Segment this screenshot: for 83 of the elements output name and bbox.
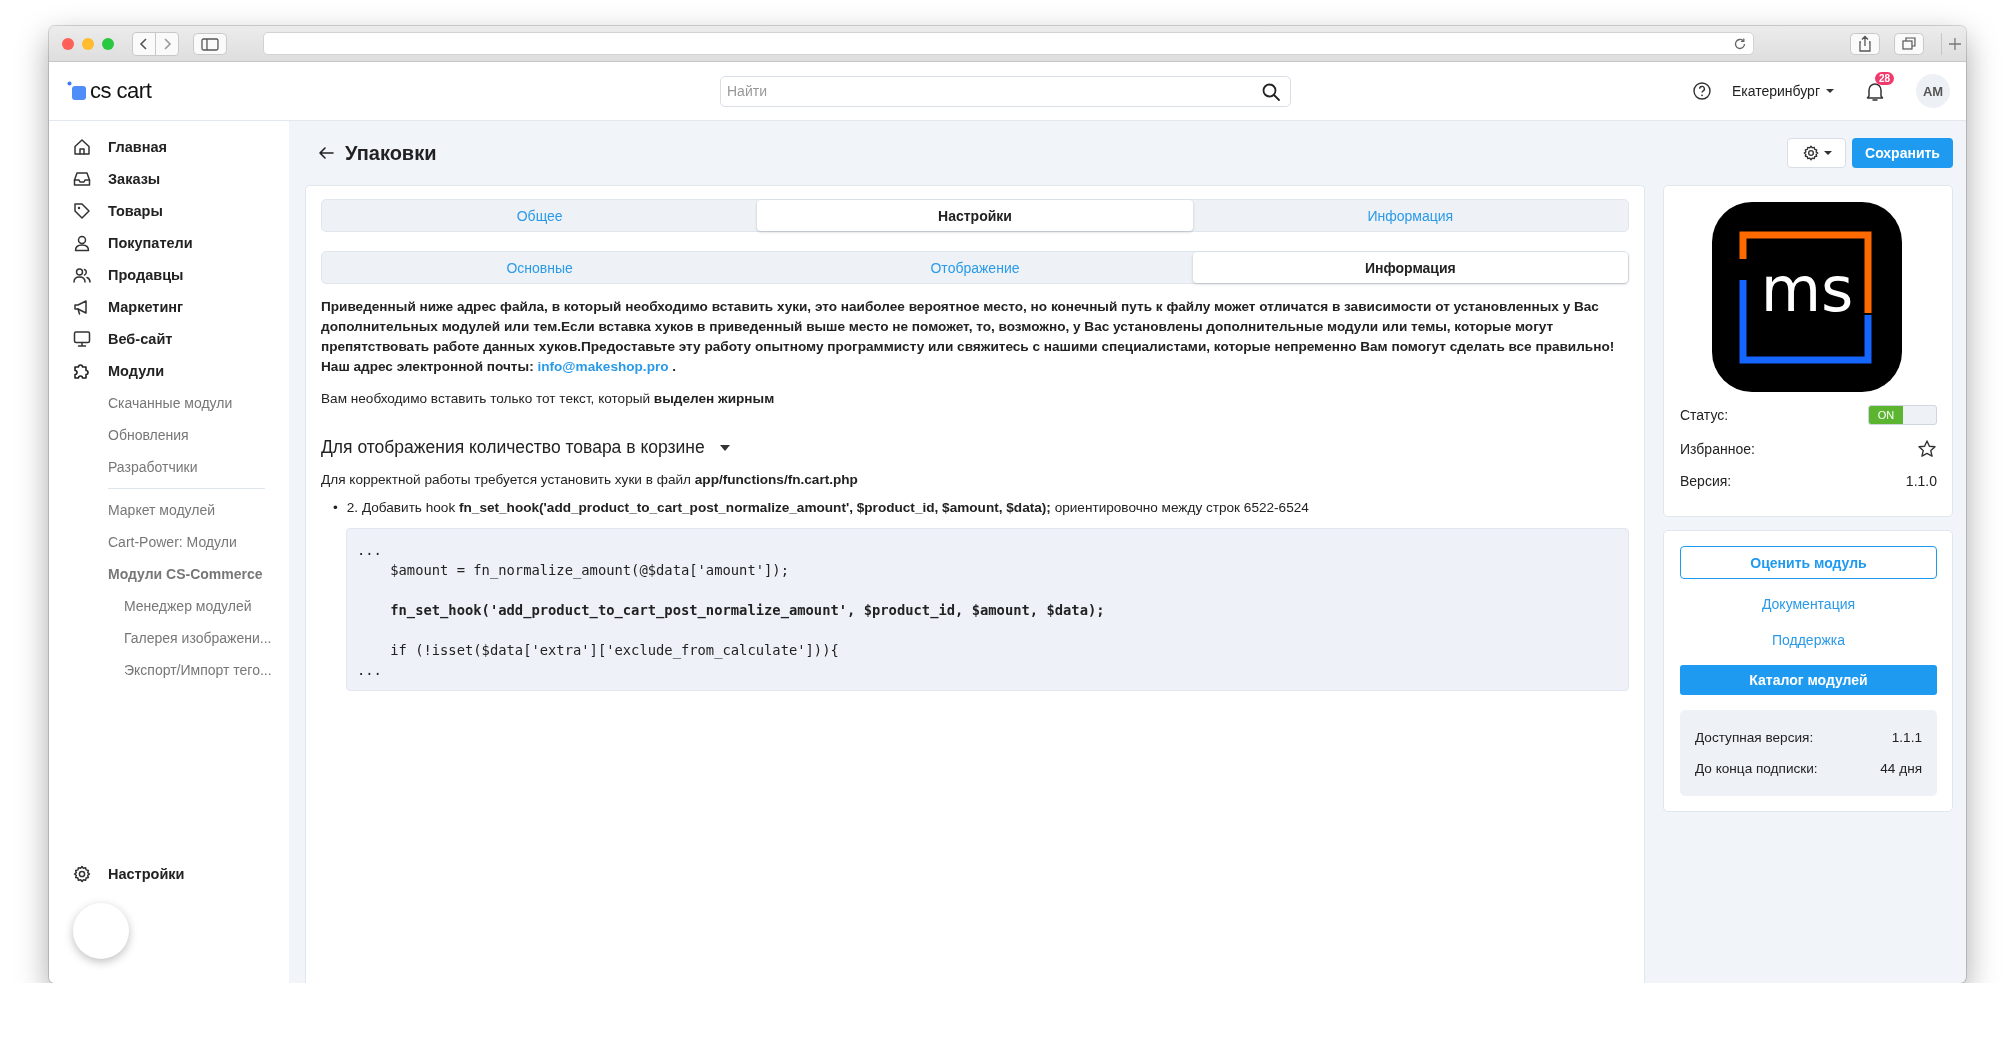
notification-badge: 28	[1874, 72, 1894, 85]
share-icon[interactable]	[1850, 32, 1881, 55]
sidebar-item[interactable]: Заказы	[49, 163, 289, 195]
instruction-text: Для корректной работы требуется установить хуки в файл app/functions/fn.cart.php	[321, 471, 859, 489]
notice-text: Вам необходимо вставить только тот текст, который выделен жирным	[321, 390, 776, 408]
sidebar-subitem[interactable]: Модули CS-Commerce	[49, 558, 289, 590]
settings-dropdown-button[interactable]	[1787, 138, 1846, 168]
sidebar-subitem[interactable]: Менеджер модулей	[49, 590, 289, 622]
tab[interactable]: Информация	[1192, 200, 1628, 231]
back-arrow-icon[interactable]	[317, 144, 335, 162]
avatar[interactable]: AM	[1916, 74, 1950, 108]
sidebar-item[interactable]: Веб-сайт	[49, 323, 289, 355]
sidebar-subitem[interactable]: Экспорт/Импорт тего...	[49, 654, 289, 686]
location-dropdown[interactable]: Екатеринбург	[1723, 79, 1842, 103]
sidebar-item[interactable]: Покупатели	[49, 227, 289, 259]
help-icon[interactable]	[1691, 81, 1712, 101]
search-icon[interactable]	[1261, 81, 1281, 102]
version-value: 1.1.0	[1905, 473, 1937, 489]
status-toggle[interactable]: ON	[1868, 405, 1937, 425]
sidebar-subitem[interactable]: Обновления	[49, 419, 289, 451]
zoom-dot[interactable]	[102, 37, 114, 50]
tab[interactable]: Информация	[1192, 252, 1628, 283]
field-label: Версия:	[1680, 473, 1732, 489]
tab[interactable]: Отображение	[757, 252, 1193, 283]
tab[interactable]: Настройки	[757, 200, 1193, 231]
people-icon	[72, 265, 92, 285]
sidebar-item[interactable]: Продавцы	[49, 259, 289, 291]
code-line: if (!isset($data['extra']['exclude_from_calculate'])){	[389, 641, 840, 660]
save-button[interactable]: Сохранить	[1852, 138, 1953, 168]
logo-icon[interactable]	[67, 81, 87, 101]
tab[interactable]: Основные	[322, 252, 758, 283]
module-logo: ms	[1712, 202, 1902, 392]
sidebar-item[interactable]: Главная	[49, 131, 289, 163]
link[interactable]: Поддержка	[1771, 629, 1845, 651]
caret-icon	[1826, 88, 1834, 94]
search-field[interactable]: Найти	[720, 75, 1291, 107]
module-catalog-button[interactable]: Каталог модулей	[1680, 665, 1937, 695]
caret-icon	[1823, 150, 1832, 156]
page-title: Упаковки	[345, 141, 437, 165]
logo-text[interactable]: cs cart	[90, 78, 152, 104]
bell-icon[interactable]	[1864, 80, 1886, 102]
monitor-icon	[72, 329, 92, 349]
section-title[interactable]: Для отображения количество товара в корзине	[321, 437, 705, 458]
step-text: 2. Добавить hook fn_set_hook('add_product_to_cart_post_normalize_amount', $product_id, $amount, $data); ориентировочно между строк 6522-6524	[346, 499, 1309, 517]
rate-module-button[interactable]: Оценить модуль	[1680, 546, 1937, 579]
sidebar-item[interactable]: Модули	[49, 355, 289, 387]
sidebar-item[interactable]: Настройки	[49, 858, 289, 890]
sidebar-subitem[interactable]: Маркет модулей	[49, 494, 289, 526]
puzzle-icon	[72, 361, 92, 381]
info-value: 1.1.1	[1891, 729, 1922, 747]
email-link[interactable]: info@makeshop.pro	[537, 359, 669, 374]
minimize-dot[interactable]	[82, 37, 94, 50]
intro-paragraph: Приведенный ниже адрес файла, в который необходимо вставить хуки, это наиболее вероятное место, но конечный путь к файлу может отличатся в зависимости от установленных у Вас дополнительных модулей или тем.Если вставка хуков в приведенный выше место не поможет, то, возможно, у Вас установлены дополнительные модули или темы, которые могут препятствовать работе данных хуков.Предоставьте эту работу опытному программисту или свяжитесь с нашими специалистами, которые непременно Вам помогут сделать все правильно! Наш адрес электронной почты: info@makeshop.pro .	[321, 298, 1616, 376]
info-label: Доступная версия:	[1695, 729, 1814, 747]
bullet: •	[333, 499, 338, 517]
close-dot[interactable]	[62, 37, 74, 50]
code-line: fn_set_hook('add_product_to_cart_post_normalize_amount', $product_id, $amount, $data);	[389, 601, 1106, 620]
tag-icon	[72, 201, 92, 221]
person-icon	[72, 233, 92, 253]
sidebar-subitem[interactable]: Разработчики	[49, 451, 289, 483]
home-icon	[72, 137, 92, 157]
field-label: Статус:	[1680, 407, 1729, 423]
code-line: ...	[357, 661, 383, 680]
star-icon[interactable]	[1917, 439, 1937, 459]
code-line: ...	[357, 541, 383, 560]
info-value: 44 дня	[1880, 760, 1922, 778]
code-line: $amount = fn_normalize_amount(@$data['amount']);	[389, 561, 790, 580]
inbox-icon	[72, 169, 92, 189]
link[interactable]: Документация	[1761, 593, 1856, 615]
sidebar-item[interactable]: Товары	[49, 195, 289, 227]
caret-icon[interactable]	[718, 443, 731, 452]
sidebar-subitem[interactable]: Галерея изображени...	[49, 622, 289, 654]
sidebar-toggle-icon[interactable]	[193, 32, 227, 55]
gear-icon	[72, 864, 92, 884]
sidebar-subitem[interactable]: Скачанные модули	[49, 387, 289, 419]
info-label: До конца подписки:	[1695, 760, 1818, 778]
tabs-icon[interactable]	[1894, 32, 1925, 55]
reload-icon[interactable]	[1733, 36, 1748, 51]
gear-icon	[1801, 144, 1820, 162]
sidebar-item[interactable]: Маркетинг	[49, 291, 289, 323]
sidebar-subitem[interactable]: Cart-Power: Модули	[49, 526, 289, 558]
tab[interactable]: Общее	[322, 200, 758, 231]
field-label: Избранное:	[1680, 441, 1755, 457]
